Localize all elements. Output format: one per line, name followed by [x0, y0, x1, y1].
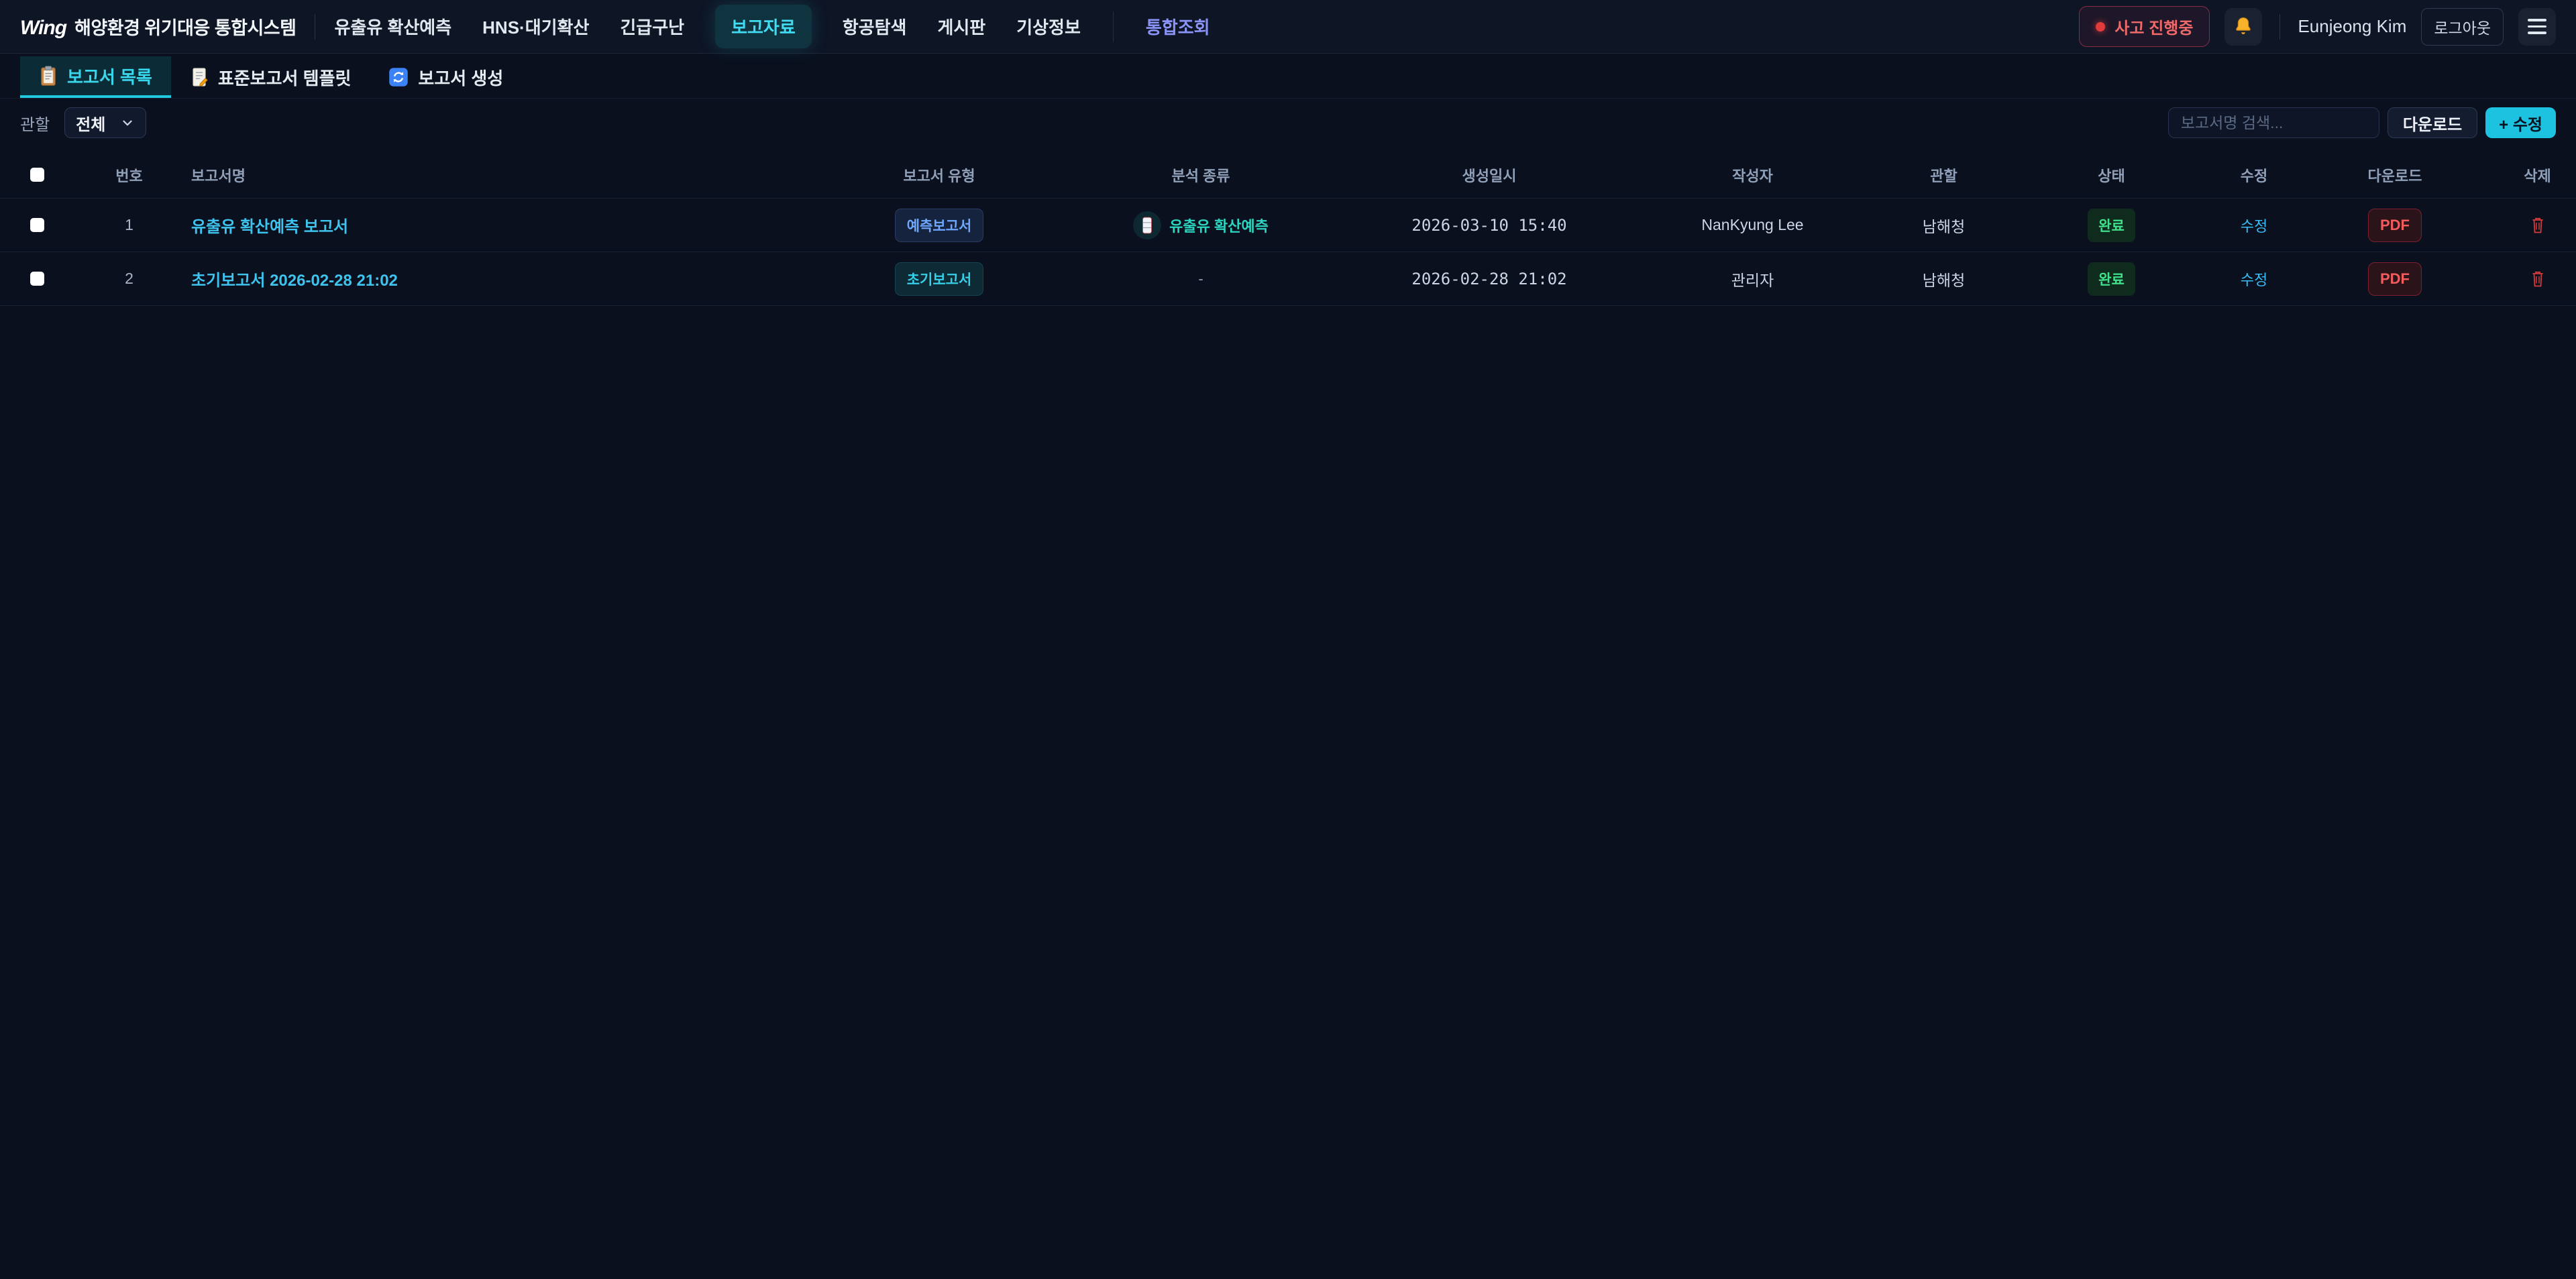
header-delete: 삭제 — [2499, 152, 2576, 198]
nav-item-integrated-search[interactable]: 통합조회 — [1146, 14, 1210, 39]
header-status: 상태 — [2006, 152, 2217, 198]
filter-row: 관할 전체 다운로드 + 수정 — [20, 107, 2556, 138]
row-checkbox[interactable] — [30, 218, 44, 232]
header-region: 관할 — [1882, 152, 2006, 198]
edit-link[interactable]: 수정 — [2241, 268, 2267, 290]
report-type-badge: 예측보고서 — [895, 209, 984, 242]
delete-button[interactable] — [2530, 216, 2546, 235]
hamburger-icon — [2528, 19, 2546, 34]
report-tabbar: 보고서 목록 표준보고서 템플릿 보고서 생성 — [0, 54, 2576, 99]
status-badge: 완료 — [2088, 209, 2135, 242]
header-author: 작성자 — [1623, 152, 1882, 198]
jurisdiction-selected-value: 전체 — [76, 111, 105, 135]
clipboard-icon — [39, 65, 58, 87]
nav-item-reports[interactable]: 보고자료 — [715, 5, 812, 48]
search-input[interactable] — [2168, 107, 2379, 138]
table-row: 2 초기보고서 2026-02-28 21:02 초기보고서 - 2026-02… — [0, 252, 2576, 306]
table-header-row: 번호 보고서명 보고서 유형 분석 종류 생성일시 작성자 관할 상태 수정 다… — [0, 152, 2576, 199]
table-row: 1 유출유 확산예측 보고서 예측보고서 유출유 확산예측 2026-03-10… — [0, 199, 2576, 252]
jurisdiction-label: 관할 — [20, 111, 50, 135]
bell-icon — [2232, 15, 2255, 38]
created-datetime: 2026-02-28 21:02 — [1355, 252, 1623, 305]
memo-pencil-icon — [190, 66, 209, 88]
created-datetime: 2026-03-10 15:40 — [1355, 199, 1623, 252]
filter-actions: 다운로드 + 수정 — [2168, 107, 2556, 138]
analysis-type-empty: - — [1198, 270, 1203, 288]
nav-separator — [1113, 11, 1114, 42]
refresh-icon — [388, 67, 409, 87]
user-divider — [2279, 14, 2280, 40]
author: 관리자 — [1623, 252, 1882, 305]
incident-status-badge: 사고 진행중 — [2079, 6, 2210, 47]
analysis-type: 유출유 확산예측 — [1133, 211, 1269, 239]
select-all-checkbox[interactable] — [30, 168, 44, 182]
region: 남해청 — [1882, 252, 2006, 305]
tab-generate-report-label: 보고서 생성 — [418, 65, 503, 90]
tab-standard-template-label: 표준보고서 템플릿 — [218, 65, 352, 90]
wing-logo: Wing — [20, 17, 66, 40]
header-download: 다운로드 — [2291, 152, 2499, 198]
header-created: 생성일시 — [1355, 152, 1623, 198]
top-bar: Wing 해양환경 위기대응 통합시스템 유출유 확산예측 HNS·대기확산 긴… — [0, 0, 2576, 54]
add-edit-button[interactable]: + 수정 — [2485, 107, 2556, 138]
header-no: 번호 — [74, 152, 184, 198]
nav-item-weather[interactable]: 기상정보 — [1016, 14, 1081, 39]
trash-icon — [2530, 216, 2546, 235]
nav-item-oil-spill[interactable]: 유출유 확산예측 — [334, 14, 451, 39]
user-name: Eunjeong Kim — [2298, 16, 2406, 37]
tab-report-list[interactable]: 보고서 목록 — [20, 56, 171, 98]
header-name: 보고서명 — [184, 152, 832, 198]
report-name-link[interactable]: 초기보고서 2026-02-28 21:02 — [191, 267, 398, 290]
topbar-right: 사고 진행중 Eunjeong Kim 로그아웃 — [2079, 6, 2556, 47]
nav-item-rescue[interactable]: 긴급구난 — [620, 14, 684, 39]
pdf-download-button[interactable]: PDF — [2368, 262, 2422, 296]
delete-button[interactable] — [2530, 270, 2546, 288]
jurisdiction-select[interactable]: 전체 — [64, 107, 146, 138]
header-edit: 수정 — [2217, 152, 2291, 198]
report-type-badge: 초기보고서 — [895, 262, 984, 296]
author: NanKyung Lee — [1623, 199, 1882, 252]
report-table: 번호 보고서명 보고서 유형 분석 종류 생성일시 작성자 관할 상태 수정 다… — [0, 152, 2576, 306]
tab-report-list-label: 보고서 목록 — [67, 64, 152, 89]
app-title: 해양환경 위기대응 통합시스템 — [74, 13, 296, 40]
oil-drum-icon — [1133, 211, 1161, 239]
tab-standard-template[interactable]: 표준보고서 템플릿 — [171, 56, 370, 98]
status-badge: 완료 — [2088, 262, 2135, 296]
chevron-down-icon — [120, 115, 135, 130]
menu-button[interactable] — [2518, 8, 2556, 46]
tab-generate-report[interactable]: 보고서 생성 — [370, 56, 522, 98]
incident-label: 사고 진행중 — [2114, 15, 2193, 38]
nav-item-aerial-search[interactable]: 항공탐색 — [843, 14, 907, 39]
nav-item-hns[interactable]: HNS·대기확산 — [482, 14, 589, 39]
trash-icon — [2530, 270, 2546, 288]
edit-link[interactable]: 수정 — [2241, 215, 2267, 236]
download-button[interactable]: 다운로드 — [2387, 107, 2477, 138]
row-no: 2 — [74, 252, 184, 305]
report-name-link[interactable]: 유출유 확산예측 보고서 — [191, 213, 348, 237]
header-analysis: 분석 종류 — [1046, 152, 1355, 198]
row-checkbox[interactable] — [30, 272, 44, 286]
notifications-button[interactable] — [2224, 8, 2262, 46]
analysis-type-label: 유출유 확산예측 — [1169, 215, 1269, 236]
region: 남해청 — [1882, 199, 2006, 252]
main-nav: 유출유 확산예측 HNS·대기확산 긴급구난 보고자료 항공탐색 게시판 기상정… — [334, 5, 1210, 48]
pdf-download-button[interactable]: PDF — [2368, 209, 2422, 242]
nav-item-board[interactable]: 게시판 — [937, 14, 985, 39]
brand: Wing 해양환경 위기대응 통합시스템 — [20, 13, 296, 40]
row-no: 1 — [74, 199, 184, 252]
logout-button[interactable]: 로그아웃 — [2421, 8, 2504, 46]
header-type: 보고서 유형 — [832, 152, 1046, 198]
incident-dot-icon — [2096, 22, 2105, 32]
